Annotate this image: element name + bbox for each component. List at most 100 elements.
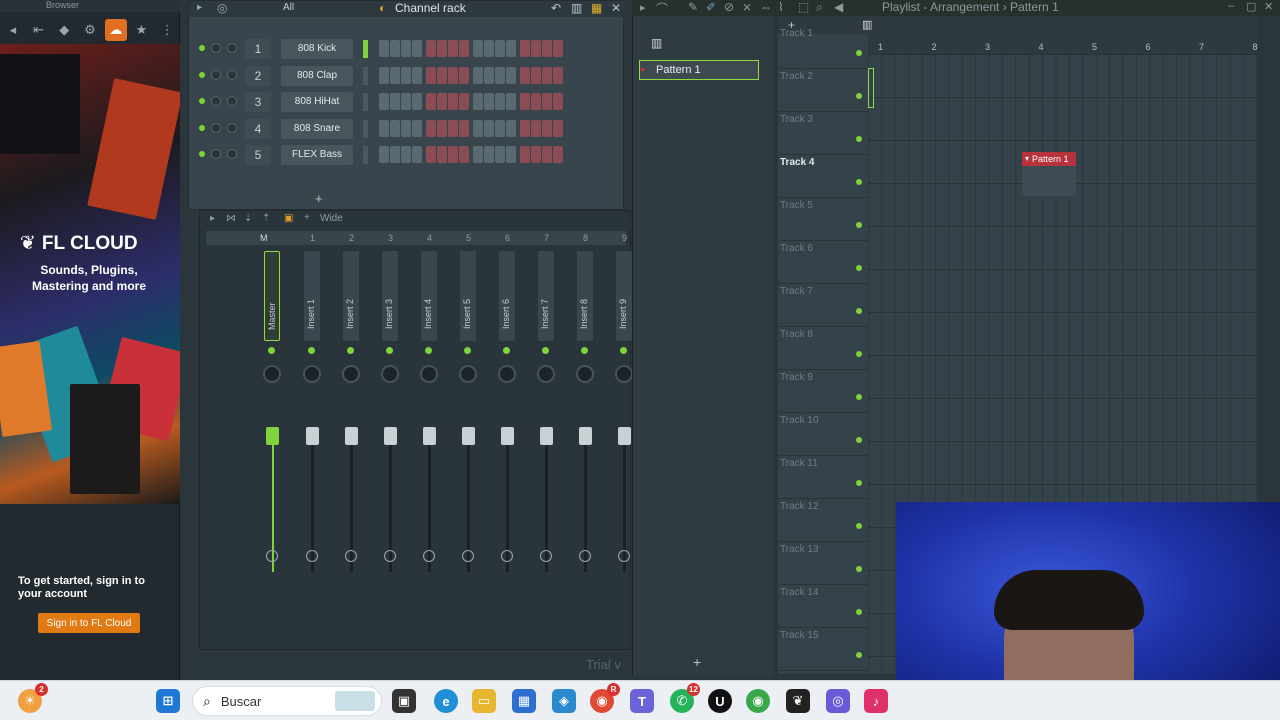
step-button[interactable]: [495, 93, 505, 111]
channel-number[interactable]: 4: [245, 118, 271, 139]
step-button[interactable]: [459, 119, 469, 137]
volume-fader[interactable]: [579, 427, 592, 445]
strip-enable-led[interactable]: [581, 347, 588, 354]
step-grid-icon[interactable]: ▦: [591, 1, 602, 15]
insert-strip[interactable]: Insert 4: [413, 247, 447, 647]
step-button[interactable]: [473, 40, 483, 57]
export-icon[interactable]: ⇡: [262, 213, 270, 224]
pattern-clip[interactable]: Pattern 1: [1022, 152, 1076, 166]
task-view-icon[interactable]: ▣: [392, 689, 416, 713]
step-button[interactable]: [437, 146, 447, 164]
pencil-icon[interactable]: ✎: [688, 0, 698, 14]
step-button[interactable]: [401, 119, 411, 137]
more-icon[interactable]: ⋮: [154, 17, 180, 43]
track-header[interactable]: Track 14: [778, 585, 868, 628]
pan-knob[interactable]: [537, 365, 555, 383]
store-icon[interactable]: ▦: [512, 689, 536, 713]
track-mute-led[interactable]: [856, 437, 862, 443]
channel-pan-knob[interactable]: [211, 122, 221, 133]
track-mute-led[interactable]: [856, 93, 862, 99]
track-header[interactable]: Track 4: [778, 155, 868, 198]
utorrent-icon[interactable]: U: [708, 689, 732, 713]
settings-app-icon[interactable]: ◈: [552, 689, 576, 713]
step-button[interactable]: [484, 146, 494, 164]
step-button[interactable]: [484, 119, 494, 137]
step-button[interactable]: [506, 40, 516, 57]
edge-icon[interactable]: e: [434, 689, 458, 713]
timeline-ruler[interactable]: 1 2 3 4 5 6 7 8: [868, 34, 1258, 54]
zoom-icon[interactable]: ⌕: [816, 0, 823, 15]
step-button[interactable]: [520, 93, 530, 111]
channel-mute-led[interactable]: [199, 98, 205, 105]
step-button[interactable]: [448, 93, 458, 111]
undo-icon[interactable]: ↶: [551, 1, 561, 15]
track-mute-led[interactable]: [856, 566, 862, 572]
step-button[interactable]: [401, 146, 411, 164]
chrome-icon[interactable]: ◉ R: [590, 683, 620, 713]
step-button[interactable]: [379, 40, 389, 57]
track-mute-led[interactable]: [856, 222, 862, 228]
step-button[interactable]: [495, 146, 505, 164]
strip-enable-led[interactable]: [308, 347, 315, 354]
insert-strip[interactable]: Insert 7: [530, 247, 564, 647]
step-button[interactable]: [542, 146, 552, 164]
step-button[interactable]: [553, 40, 563, 57]
step-button[interactable]: [390, 66, 400, 84]
step-button[interactable]: [506, 93, 516, 111]
step-button[interactable]: [448, 40, 458, 57]
route-icon[interactable]: [423, 550, 435, 562]
step-button[interactable]: [542, 66, 552, 84]
step-button[interactable]: [484, 40, 494, 57]
channel-pan-knob[interactable]: [211, 69, 221, 80]
step-button[interactable]: [379, 93, 389, 111]
step-button[interactable]: [495, 119, 505, 137]
channel-mute-led[interactable]: [199, 45, 205, 51]
channel-name-button[interactable]: 808 Snare: [281, 118, 353, 139]
pan-knob[interactable]: [342, 365, 360, 383]
track-header[interactable]: Track 9: [778, 370, 868, 413]
route-icon[interactable]: [384, 550, 396, 562]
channel-volume-knob[interactable]: [227, 96, 237, 107]
step-button[interactable]: [390, 146, 400, 164]
step-button[interactable]: [401, 93, 411, 111]
pan-knob[interactable]: [303, 365, 321, 383]
route-icon[interactable]: [501, 550, 513, 562]
track-header[interactable]: Track 3: [778, 112, 868, 155]
channel-number[interactable]: 2: [245, 65, 271, 86]
magnet-icon[interactable]: ⌒: [656, 0, 668, 17]
fl-studio-icon[interactable]: ❦: [786, 689, 810, 713]
step-button[interactable]: [401, 66, 411, 84]
step-button[interactable]: [459, 93, 469, 111]
channel-pan-knob[interactable]: [211, 149, 221, 160]
search-box[interactable]: ⌕ Buscar: [192, 686, 382, 716]
step-button[interactable]: [520, 66, 530, 84]
track-mute-led[interactable]: [856, 179, 862, 185]
step-button[interactable]: [473, 66, 483, 84]
step-button[interactable]: [520, 146, 530, 164]
channel-name-button[interactable]: FLEX Bass: [281, 145, 353, 166]
plus-icon[interactable]: +: [304, 212, 310, 223]
square-icon[interactable]: ▣: [284, 213, 293, 224]
strip-label[interactable]: Insert 6: [499, 251, 515, 341]
track-mute-led[interactable]: [856, 394, 862, 400]
channel-volume-knob[interactable]: [227, 149, 237, 160]
mute-icon[interactable]: ⨯: [742, 0, 752, 14]
step-button[interactable]: [473, 93, 483, 111]
step-button[interactable]: [437, 40, 447, 57]
track-header[interactable]: Track 11: [778, 456, 868, 499]
step-button[interactable]: [553, 119, 563, 137]
step-button[interactable]: [412, 66, 422, 84]
track-header[interactable]: Track 7: [778, 284, 868, 327]
track-header[interactable]: Track 8: [778, 327, 868, 370]
insert-strip[interactable]: Insert 2: [335, 247, 369, 647]
step-button[interactable]: [553, 146, 563, 164]
pan-knob[interactable]: [459, 365, 477, 383]
volume-fader[interactable]: [540, 427, 553, 445]
step-button[interactable]: [506, 146, 516, 164]
step-button[interactable]: [426, 146, 436, 164]
step-button[interactable]: [426, 40, 436, 57]
insert-strip[interactable]: Insert 6: [491, 247, 525, 647]
strip-enable-led[interactable]: [347, 347, 354, 354]
strip-enable-led[interactable]: [503, 347, 510, 354]
step-button[interactable]: [506, 66, 516, 84]
